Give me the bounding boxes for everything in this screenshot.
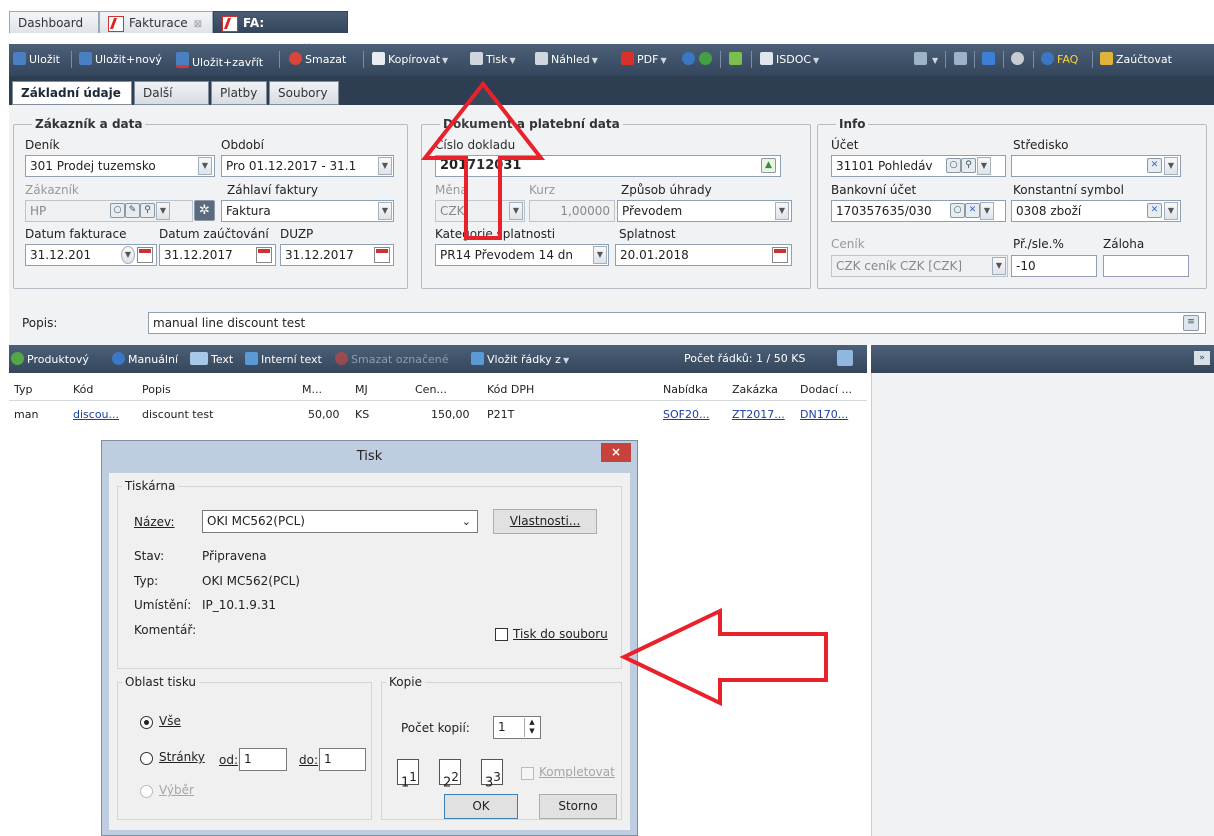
annotation-overlay <box>420 80 828 707</box>
annotation-arrow-left <box>619 607 828 707</box>
annotation-arrow-up <box>420 80 546 240</box>
